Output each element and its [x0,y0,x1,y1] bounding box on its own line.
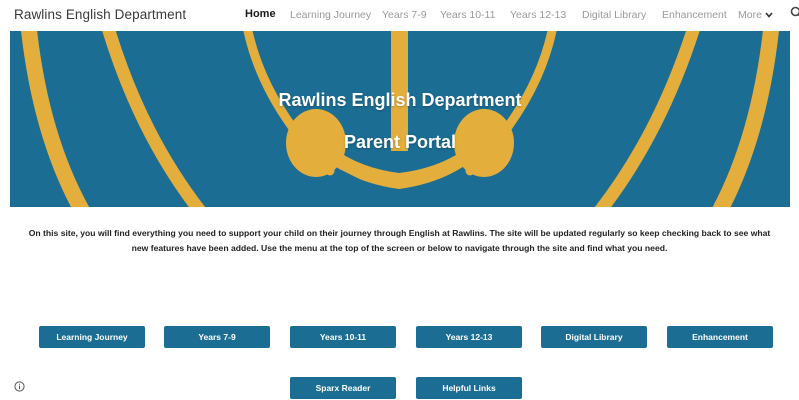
enhancement-button[interactable]: Enhancement [667,326,773,348]
intro-paragraph: On this site, you will find everything y… [28,228,771,253]
digital-library-button[interactable]: Digital Library [541,326,647,348]
nav-digital-library[interactable]: Digital Library [582,9,646,21]
helpful-links-button[interactable]: Helpful Links [416,377,522,399]
nav-enhancement[interactable]: Enhancement [662,9,727,21]
search-icon[interactable] [790,6,799,20]
top-navigation: Rawlins English Department Home Learning… [0,0,799,31]
nav-learning-journey[interactable]: Learning Journey [290,9,371,21]
hero-subtitle: Parent Portal [343,132,457,152]
nav-years-10-11[interactable]: Years 10-11 [440,9,495,21]
hero-banner: Rawlins English Department Parent Portal [10,31,790,207]
nav-home[interactable]: Home [245,8,276,20]
info-icon[interactable] [14,381,25,392]
learning-journey-button[interactable]: Learning Journey [39,326,145,348]
sparx-reader-button[interactable]: Sparx Reader [290,377,396,399]
years-10-11-button[interactable]: Years 10-11 [290,326,396,348]
nav-more-menu[interactable]: More [738,9,773,21]
nav-years-7-9[interactable]: Years 7-9 [382,9,427,21]
hero-title: Rawlins English Department [278,90,522,110]
site-name[interactable]: Rawlins English Department [14,7,186,22]
years-7-9-button[interactable]: Years 7-9 [164,326,270,348]
hero-background-art [21,31,779,207]
nav-more-label: More [738,9,762,21]
nav-years-12-13[interactable]: Years 12-13 [510,9,566,21]
years-12-13-button[interactable]: Years 12-13 [416,326,522,348]
chevron-down-icon [765,12,773,18]
